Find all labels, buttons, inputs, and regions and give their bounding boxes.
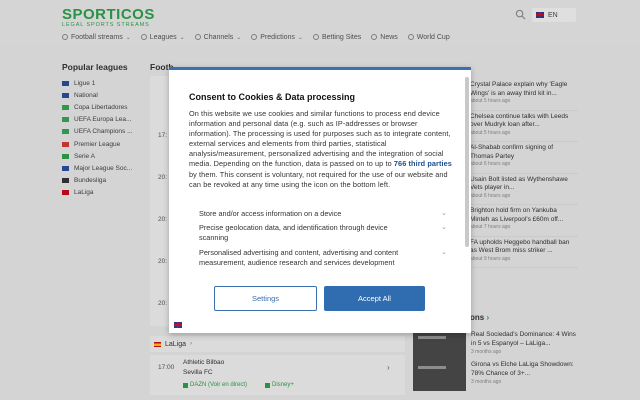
modal-scrollbar[interactable] bbox=[465, 77, 469, 247]
purpose-item[interactable]: Store and/or access information on a dev… bbox=[199, 209, 447, 219]
consent-body: On this website we use cookies and simil… bbox=[189, 109, 457, 190]
consent-dialog: Consent to Cookies & Data processing On … bbox=[169, 67, 471, 333]
consent-title: Consent to Cookies & Data processing bbox=[189, 92, 356, 102]
consent-text: by them. This consent is voluntary, not … bbox=[189, 169, 448, 189]
chevron-down-icon: ⌄ bbox=[441, 210, 447, 217]
third-parties-link[interactable]: 766 third parties bbox=[394, 159, 452, 168]
chevron-down-icon: ⌄ bbox=[441, 249, 447, 256]
purpose-label: Store and/or access information on a dev… bbox=[199, 209, 342, 218]
purpose-item[interactable]: Personalised advertising and content, ad… bbox=[199, 248, 447, 268]
accept-all-button[interactable]: Accept All bbox=[324, 286, 425, 311]
purpose-item[interactable]: Precise geolocation data, and identifica… bbox=[199, 223, 447, 243]
purpose-label: Precise geolocation data, and identifica… bbox=[199, 223, 388, 242]
language-flag-icon[interactable] bbox=[174, 322, 182, 328]
settings-button[interactable]: Settings bbox=[214, 286, 317, 311]
chevron-down-icon: ⌄ bbox=[441, 224, 447, 231]
purpose-label: Personalised advertising and content, ad… bbox=[199, 248, 399, 267]
